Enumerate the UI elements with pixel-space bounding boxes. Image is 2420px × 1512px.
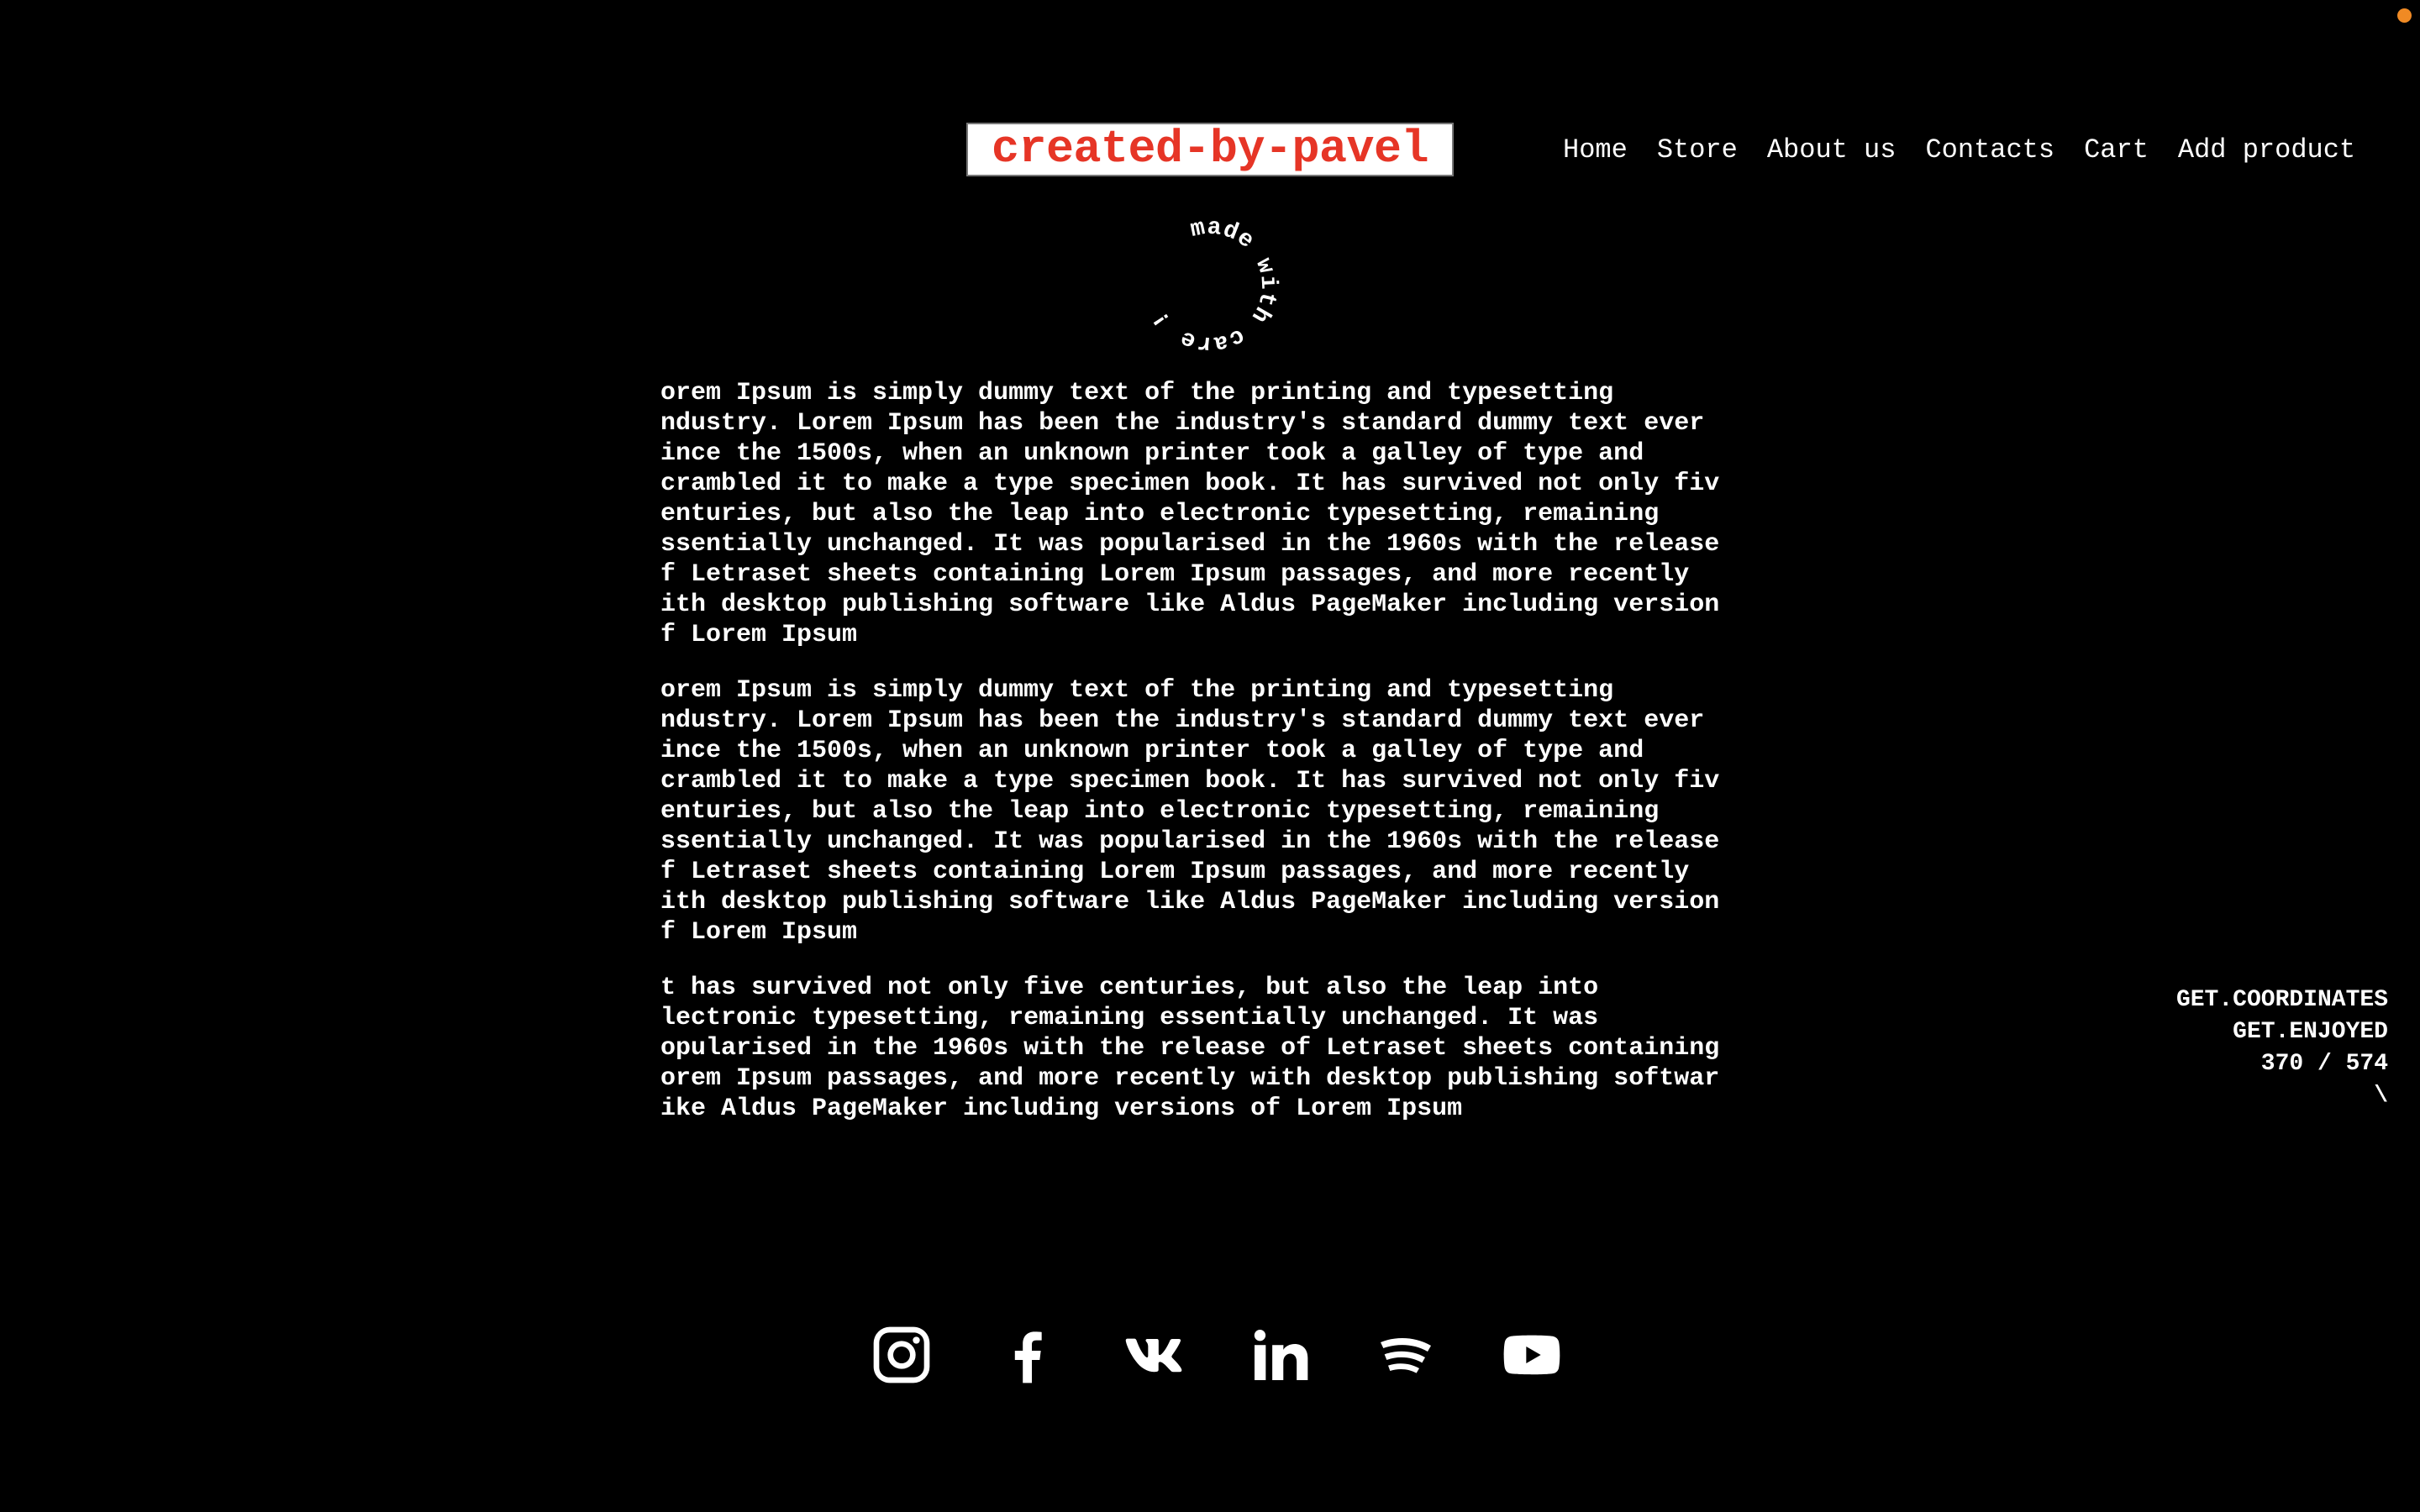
nav-cart[interactable]: Cart xyxy=(2084,134,2149,165)
badge-circular-text: made with care !!!!!!! xyxy=(1089,165,1301,384)
site-logo[interactable]: created-by-pavel xyxy=(966,123,1454,176)
spotify-icon[interactable] xyxy=(1370,1319,1442,1391)
social-links xyxy=(865,1319,1568,1391)
coords-line-1: GET.COORDINATES xyxy=(2175,987,2388,1013)
linkedin-icon[interactable] xyxy=(1244,1319,1316,1391)
nav-home[interactable]: Home xyxy=(1563,134,1628,165)
facebook-icon[interactable] xyxy=(992,1319,1064,1391)
main-nav: Home Store About us Contacts Cart Add pr… xyxy=(1563,134,2355,165)
vk-icon[interactable] xyxy=(1118,1319,1190,1391)
youtube-icon[interactable] xyxy=(1496,1319,1568,1391)
paragraph-1: orem Ipsum is simply dummy text of the p… xyxy=(660,379,1720,649)
paragraph-3: t has survived not only five centuries, … xyxy=(660,974,1720,1123)
coords-line-2: GET.ENJOYED xyxy=(2233,1019,2388,1045)
status-dot xyxy=(2397,8,2412,23)
nav-add-product[interactable]: Add product xyxy=(2178,134,2355,165)
coords-line-3: 370 / 574 xyxy=(2260,1051,2388,1077)
main-content: orem Ipsum is simply dummy text of the p… xyxy=(660,378,1760,1149)
instagram-icon[interactable] xyxy=(865,1319,938,1391)
svg-text:made with care !!!!!!!: made with care !!!!!!! xyxy=(1126,202,1294,370)
nav-store[interactable]: Store xyxy=(1657,134,1738,165)
nav-contacts[interactable]: Contacts xyxy=(1925,134,2054,165)
paragraph-2: orem Ipsum is simply dummy text of the p… xyxy=(660,676,1720,947)
made-with-care-badge: made with care !!!!!!! xyxy=(1089,165,1301,384)
nav-about-us[interactable]: About us xyxy=(1767,134,1897,165)
coordinates-readout: GET.COORDINATES GET.ENJOYED 370 / 574 \ xyxy=(2176,984,2388,1112)
coords-line-4: \ xyxy=(2374,1083,2388,1109)
